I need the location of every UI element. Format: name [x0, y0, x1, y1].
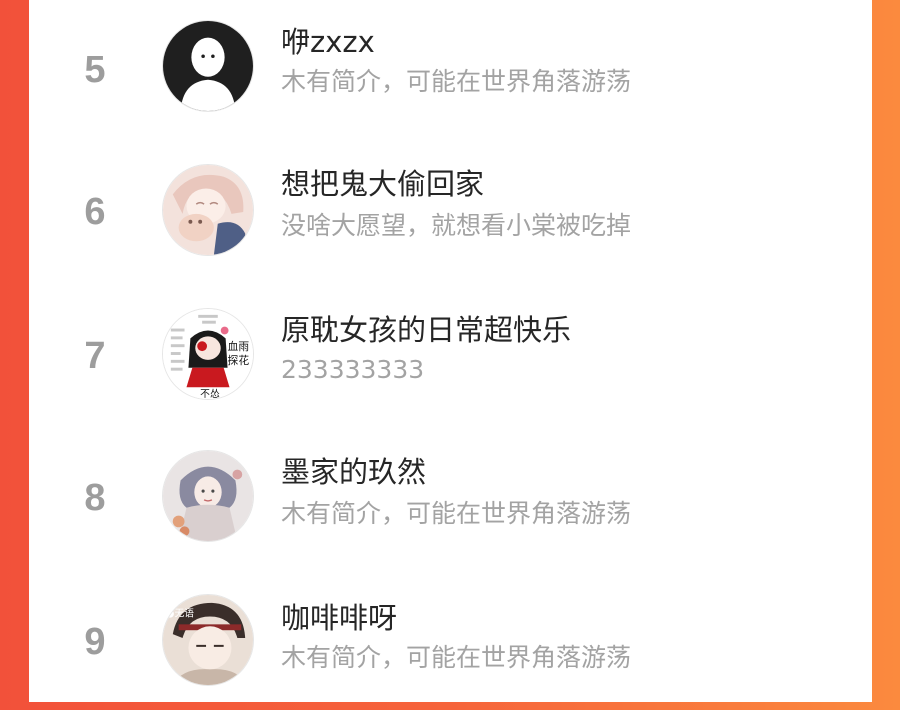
anime-boy-avatar-icon: ●无语 — [163, 595, 253, 685]
avatar-label-text: 血雨 — [228, 340, 250, 353]
user-bio: 木有简介，可能在世界角落游荡 — [281, 643, 632, 672]
user-name[interactable]: 想把鬼大偷回家 — [281, 166, 484, 202]
user-avatar[interactable]: ●无语 — [162, 594, 254, 686]
rank-number: 5 — [84, 49, 106, 91]
anime-collage-avatar-icon: 血雨 探花 不怂 — [163, 309, 253, 399]
rank-number: 6 — [84, 191, 106, 233]
avatar-label-text: 探花 — [228, 354, 250, 367]
avatar-label-text: 不怂 — [200, 388, 220, 399]
ancient-style-girl-avatar-icon — [163, 451, 253, 541]
user-name[interactable]: 墨家的玖然 — [281, 454, 426, 490]
user-bio: 233333333 — [281, 355, 425, 384]
ranking-row[interactable]: 5 咿zxzx 木有简介，可能在世界角落游荡 — [29, 0, 872, 142]
ranking-row[interactable]: 7 血雨 探花 不怂 原耽女孩的日常超快乐 233333333 — [29, 284, 872, 426]
user-avatar[interactable]: 血雨 探花 不怂 — [162, 308, 254, 400]
user-bio: 木有简介，可能在世界角落游荡 — [281, 67, 632, 96]
user-avatar[interactable] — [162, 164, 254, 256]
user-name[interactable]: 咿zxzx — [281, 24, 375, 60]
user-name[interactable]: 咖啡啡呀 — [281, 600, 397, 636]
user-bio: 木有简介，可能在世界角落游荡 — [281, 499, 632, 528]
ranking-list-panel: 5 咿zxzx 木有简介，可能在世界角落游荡 6 想把鬼大偷回家 没啥大愿望，就… — [29, 0, 872, 702]
user-avatar[interactable] — [162, 450, 254, 542]
anime-girl-avatar-icon — [163, 165, 253, 255]
user-avatar[interactable] — [162, 20, 254, 112]
rank-number: 9 — [84, 621, 106, 663]
user-bio: 没啥大愿望，就想看小棠被吃掉 — [281, 211, 632, 240]
avatar-label-text: ●无语 — [166, 608, 194, 620]
user-name[interactable]: 原耽女孩的日常超快乐 — [281, 312, 571, 348]
ranking-row[interactable]: 9 ●无语 咖啡啡呀 木有简介，可能在世界角落游荡 — [29, 568, 872, 710]
rank-number: 7 — [84, 335, 106, 377]
ranking-row[interactable]: 8 墨家的玖然 木有简介，可能在世界角落游荡 — [29, 426, 872, 568]
rank-number: 8 — [84, 477, 106, 519]
ranking-row[interactable]: 6 想把鬼大偷回家 没啥大愿望，就想看小棠被吃掉 — [29, 142, 872, 284]
default-user-avatar-icon — [163, 21, 253, 111]
